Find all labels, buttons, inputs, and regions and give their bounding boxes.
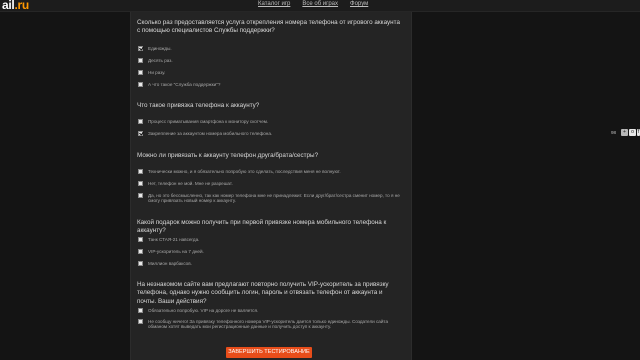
checkbox[interactable]	[138, 131, 143, 136]
checkbox[interactable]	[138, 119, 143, 124]
nav-link-forum[interactable]: Форум	[350, 1, 368, 7]
checkbox[interactable]	[138, 46, 143, 51]
question-2-option-1[interactable]: Процесс приматывания смартфона к монитор…	[138, 119, 406, 124]
question-4-option-3[interactable]: Миллион варбаксов.	[138, 261, 406, 266]
checkbox[interactable]	[138, 58, 143, 63]
question-3-option-2[interactable]: Нет, телефон не мой. Мне не разрешат.	[138, 181, 406, 186]
question-4-option-2[interactable]: VIP-ускоритель на 7 дней.	[138, 249, 406, 254]
checkbox[interactable]	[138, 261, 143, 266]
checkbox[interactable]	[138, 70, 143, 75]
top-nav: Каталог игр Все об играх Форум	[258, 1, 368, 7]
question-3-text: Можно ли привязать к аккаунту телефон др…	[137, 152, 319, 159]
checkbox[interactable]	[138, 169, 143, 174]
question-5-text: На незнакомом сайте вам предлагают повто…	[137, 281, 389, 305]
checkbox[interactable]	[138, 181, 143, 186]
question-2-text: Что такое привязка телефона к аккаунту?	[137, 102, 260, 109]
question-1-option-1[interactable]: Единожды.	[138, 46, 406, 51]
logo-suffix: .ru	[14, 0, 29, 12]
checkbox[interactable]	[138, 82, 143, 87]
option-label: Нет, телефон не мой. Мне не разрешат.	[148, 181, 233, 186]
question-5-option-2[interactable]: Не сообщу ничего! За привязку телефонног…	[138, 319, 406, 330]
checkbox[interactable]	[138, 308, 143, 313]
odnoklassniki-icon[interactable]: o	[629, 129, 636, 136]
option-label: Единожды.	[148, 46, 172, 51]
like-icon[interactable]: +	[621, 129, 628, 136]
question-2-option-2[interactable]: Закрепление за аккаунтом номера мобильно…	[138, 131, 406, 136]
option-label: Миллион варбаксов.	[148, 261, 192, 266]
share-count: 98	[611, 130, 617, 135]
checkbox[interactable]	[138, 319, 143, 324]
question-1-option-4[interactable]: А что такое "Служба поддержки"?	[138, 82, 406, 87]
option-label: Да, но это бессмысленно, так как номер т…	[148, 193, 400, 204]
question-4-text: Какой подарок можно получить при первой …	[137, 219, 387, 235]
question-1-option-2[interactable]: Десять раз.	[138, 58, 406, 63]
option-label: Технически можно, и я обязательно попроб…	[148, 169, 341, 174]
option-label: Обязательно попробую. VIP на дороге не в…	[148, 308, 259, 313]
nav-link-catalog[interactable]: Каталог игр	[258, 1, 290, 7]
nav-link-about-games[interactable]: Все об играх	[302, 1, 338, 7]
site-logo[interactable]: ail.ru	[2, 0, 29, 12]
option-label: Процесс приматывания смартфона к монитор…	[148, 119, 269, 124]
logo-text: ail	[2, 0, 15, 12]
option-label: VIP-ускоритель на 7 дней.	[148, 249, 204, 254]
option-label: А что такое "Служба поддержки"?	[148, 82, 221, 87]
question-1-text: Сколько раз предоставляется услуга откре…	[137, 19, 400, 35]
option-label: Закрепление за аккаунтом номера мобильно…	[148, 131, 273, 136]
finish-test-button[interactable]: Завершить тестирование	[226, 347, 312, 358]
question-1-option-3[interactable]: Ни разу.	[138, 70, 406, 75]
checkbox[interactable]	[138, 249, 143, 254]
option-label: Танк СТАЯ-21 навсегда.	[148, 237, 200, 242]
option-label: Десять раз.	[148, 58, 173, 63]
checkbox[interactable]	[138, 193, 143, 198]
question-4-option-1[interactable]: Танк СТАЯ-21 навсегда.	[138, 237, 406, 242]
question-3-option-3[interactable]: Да, но это бессмысленно, так как номер т…	[138, 193, 406, 204]
top-bar: ail.ru Каталог игр Все об играх Форум	[0, 0, 640, 12]
checkbox[interactable]	[138, 237, 143, 242]
option-label: Не сообщу ничего! За привязку телефонног…	[148, 319, 389, 330]
option-label: Ни разу.	[148, 70, 166, 75]
question-3-option-1[interactable]: Технически можно, и я обязательно попроб…	[138, 169, 406, 174]
question-5-option-1[interactable]: Обязательно попробую. VIP на дороге не в…	[138, 308, 406, 313]
